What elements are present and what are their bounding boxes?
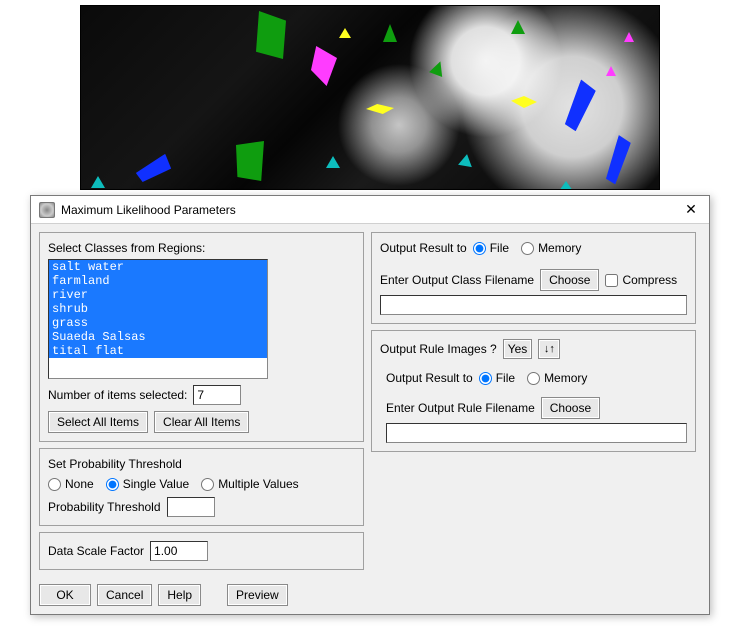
radio-label: File bbox=[490, 241, 509, 255]
rule-result-label: Output Result to bbox=[386, 371, 473, 385]
checkbox-input[interactable] bbox=[605, 274, 618, 287]
output-rule-panel: Output Rule Images ? Yes ↓↑ Output Resul… bbox=[371, 330, 696, 452]
compress-checkbox[interactable]: Compress bbox=[605, 273, 677, 287]
list-item[interactable]: shrub bbox=[49, 302, 267, 316]
app-icon bbox=[39, 202, 55, 218]
region-poly-teal bbox=[559, 181, 573, 190]
threshold-heading: Set Probability Threshold bbox=[48, 457, 355, 471]
close-icon[interactable]: ✕ bbox=[681, 200, 701, 220]
window-title: Maximum Likelihood Parameters bbox=[61, 203, 681, 217]
classes-label: Select Classes from Regions: bbox=[48, 241, 355, 255]
radio-label: None bbox=[65, 477, 94, 491]
scale-panel: Data Scale Factor bbox=[39, 532, 364, 570]
background-satellite-image bbox=[80, 5, 660, 190]
bottom-button-row: OK Cancel Help Preview bbox=[39, 584, 288, 606]
list-item[interactable]: Suaeda Salsas bbox=[49, 330, 267, 344]
clear-all-button[interactable]: Clear All Items bbox=[154, 411, 249, 433]
classes-listbox[interactable]: salt water farmland river shrub grass Su… bbox=[48, 259, 268, 379]
button-gap bbox=[207, 584, 221, 606]
count-field[interactable] bbox=[193, 385, 241, 405]
ok-button[interactable]: OK bbox=[39, 584, 91, 606]
output-class-panel: Output Result to File Memory Enter Outpu… bbox=[371, 232, 696, 324]
dialog-window: Maximum Likelihood Parameters ✕ Select C… bbox=[30, 195, 710, 615]
radio-label: Multiple Values bbox=[218, 477, 298, 491]
right-column: Output Result to File Memory Enter Outpu… bbox=[371, 232, 696, 458]
radio-input[interactable] bbox=[527, 372, 540, 385]
radio-label: Single Value bbox=[123, 477, 190, 491]
threshold-panel: Set Probability Threshold None Single Va… bbox=[39, 448, 364, 526]
classes-panel: Select Classes from Regions: salt water … bbox=[39, 232, 364, 442]
region-poly-magenta bbox=[624, 32, 634, 42]
radio-label: Memory bbox=[538, 241, 581, 255]
rule-images-label: Output Rule Images ? bbox=[380, 342, 497, 356]
select-all-button[interactable]: Select All Items bbox=[48, 411, 148, 433]
threshold-single-radio[interactable]: Single Value bbox=[106, 477, 190, 491]
preview-button[interactable]: Preview bbox=[227, 584, 288, 606]
output-class-file-radio[interactable]: File bbox=[473, 241, 509, 255]
radio-input[interactable] bbox=[479, 372, 492, 385]
scale-label: Data Scale Factor bbox=[48, 544, 144, 558]
radio-input[interactable] bbox=[201, 478, 214, 491]
left-column: Select Classes from Regions: salt water … bbox=[39, 232, 364, 576]
checkbox-label: Compress bbox=[622, 273, 677, 287]
region-poly-teal bbox=[458, 153, 474, 167]
scale-field[interactable] bbox=[150, 541, 208, 561]
rule-filename-label: Enter Output Rule Filename bbox=[386, 401, 535, 415]
list-item[interactable]: river bbox=[49, 288, 267, 302]
prob-threshold-field[interactable] bbox=[167, 497, 215, 517]
cancel-button[interactable]: Cancel bbox=[97, 584, 152, 606]
region-poly-green bbox=[383, 24, 397, 42]
radio-input[interactable] bbox=[521, 242, 534, 255]
radio-label: File bbox=[496, 371, 515, 385]
list-item[interactable]: farmland bbox=[49, 274, 267, 288]
region-poly-green bbox=[511, 20, 525, 34]
output-class-memory-radio[interactable]: Memory bbox=[521, 241, 581, 255]
class-filename-field[interactable] bbox=[380, 295, 687, 315]
rule-filename-field[interactable] bbox=[386, 423, 687, 443]
region-poly-green bbox=[236, 141, 264, 181]
region-poly-yellow bbox=[339, 28, 351, 38]
output-result-label: Output Result to bbox=[380, 241, 467, 255]
rule-choose-button[interactable]: Choose bbox=[541, 397, 600, 419]
dialog-body: Select Classes from Regions: salt water … bbox=[31, 224, 709, 614]
radio-input[interactable] bbox=[48, 478, 61, 491]
region-poly-magenta bbox=[606, 66, 616, 76]
class-filename-label: Enter Output Class Filename bbox=[380, 273, 534, 287]
prob-threshold-label: Probability Threshold bbox=[48, 500, 161, 514]
titlebar[interactable]: Maximum Likelihood Parameters ✕ bbox=[31, 196, 709, 224]
output-rule-memory-radio[interactable]: Memory bbox=[527, 371, 587, 385]
class-choose-button[interactable]: Choose bbox=[540, 269, 599, 291]
region-poly-teal bbox=[91, 176, 105, 188]
radio-label: Memory bbox=[544, 371, 587, 385]
swap-icon[interactable]: ↓↑ bbox=[538, 339, 560, 359]
count-label: Number of items selected: bbox=[48, 388, 187, 402]
radio-input[interactable] bbox=[473, 242, 486, 255]
list-item[interactable]: salt water bbox=[49, 260, 267, 274]
threshold-multiple-radio[interactable]: Multiple Values bbox=[201, 477, 298, 491]
threshold-none-radio[interactable]: None bbox=[48, 477, 94, 491]
region-poly-teal bbox=[326, 156, 340, 168]
radio-input[interactable] bbox=[106, 478, 119, 491]
rule-images-toggle[interactable]: Yes bbox=[503, 339, 533, 359]
list-item[interactable]: grass bbox=[49, 316, 267, 330]
list-item[interactable]: tital flat bbox=[49, 344, 267, 358]
output-rule-file-radio[interactable]: File bbox=[479, 371, 515, 385]
help-button[interactable]: Help bbox=[158, 584, 201, 606]
